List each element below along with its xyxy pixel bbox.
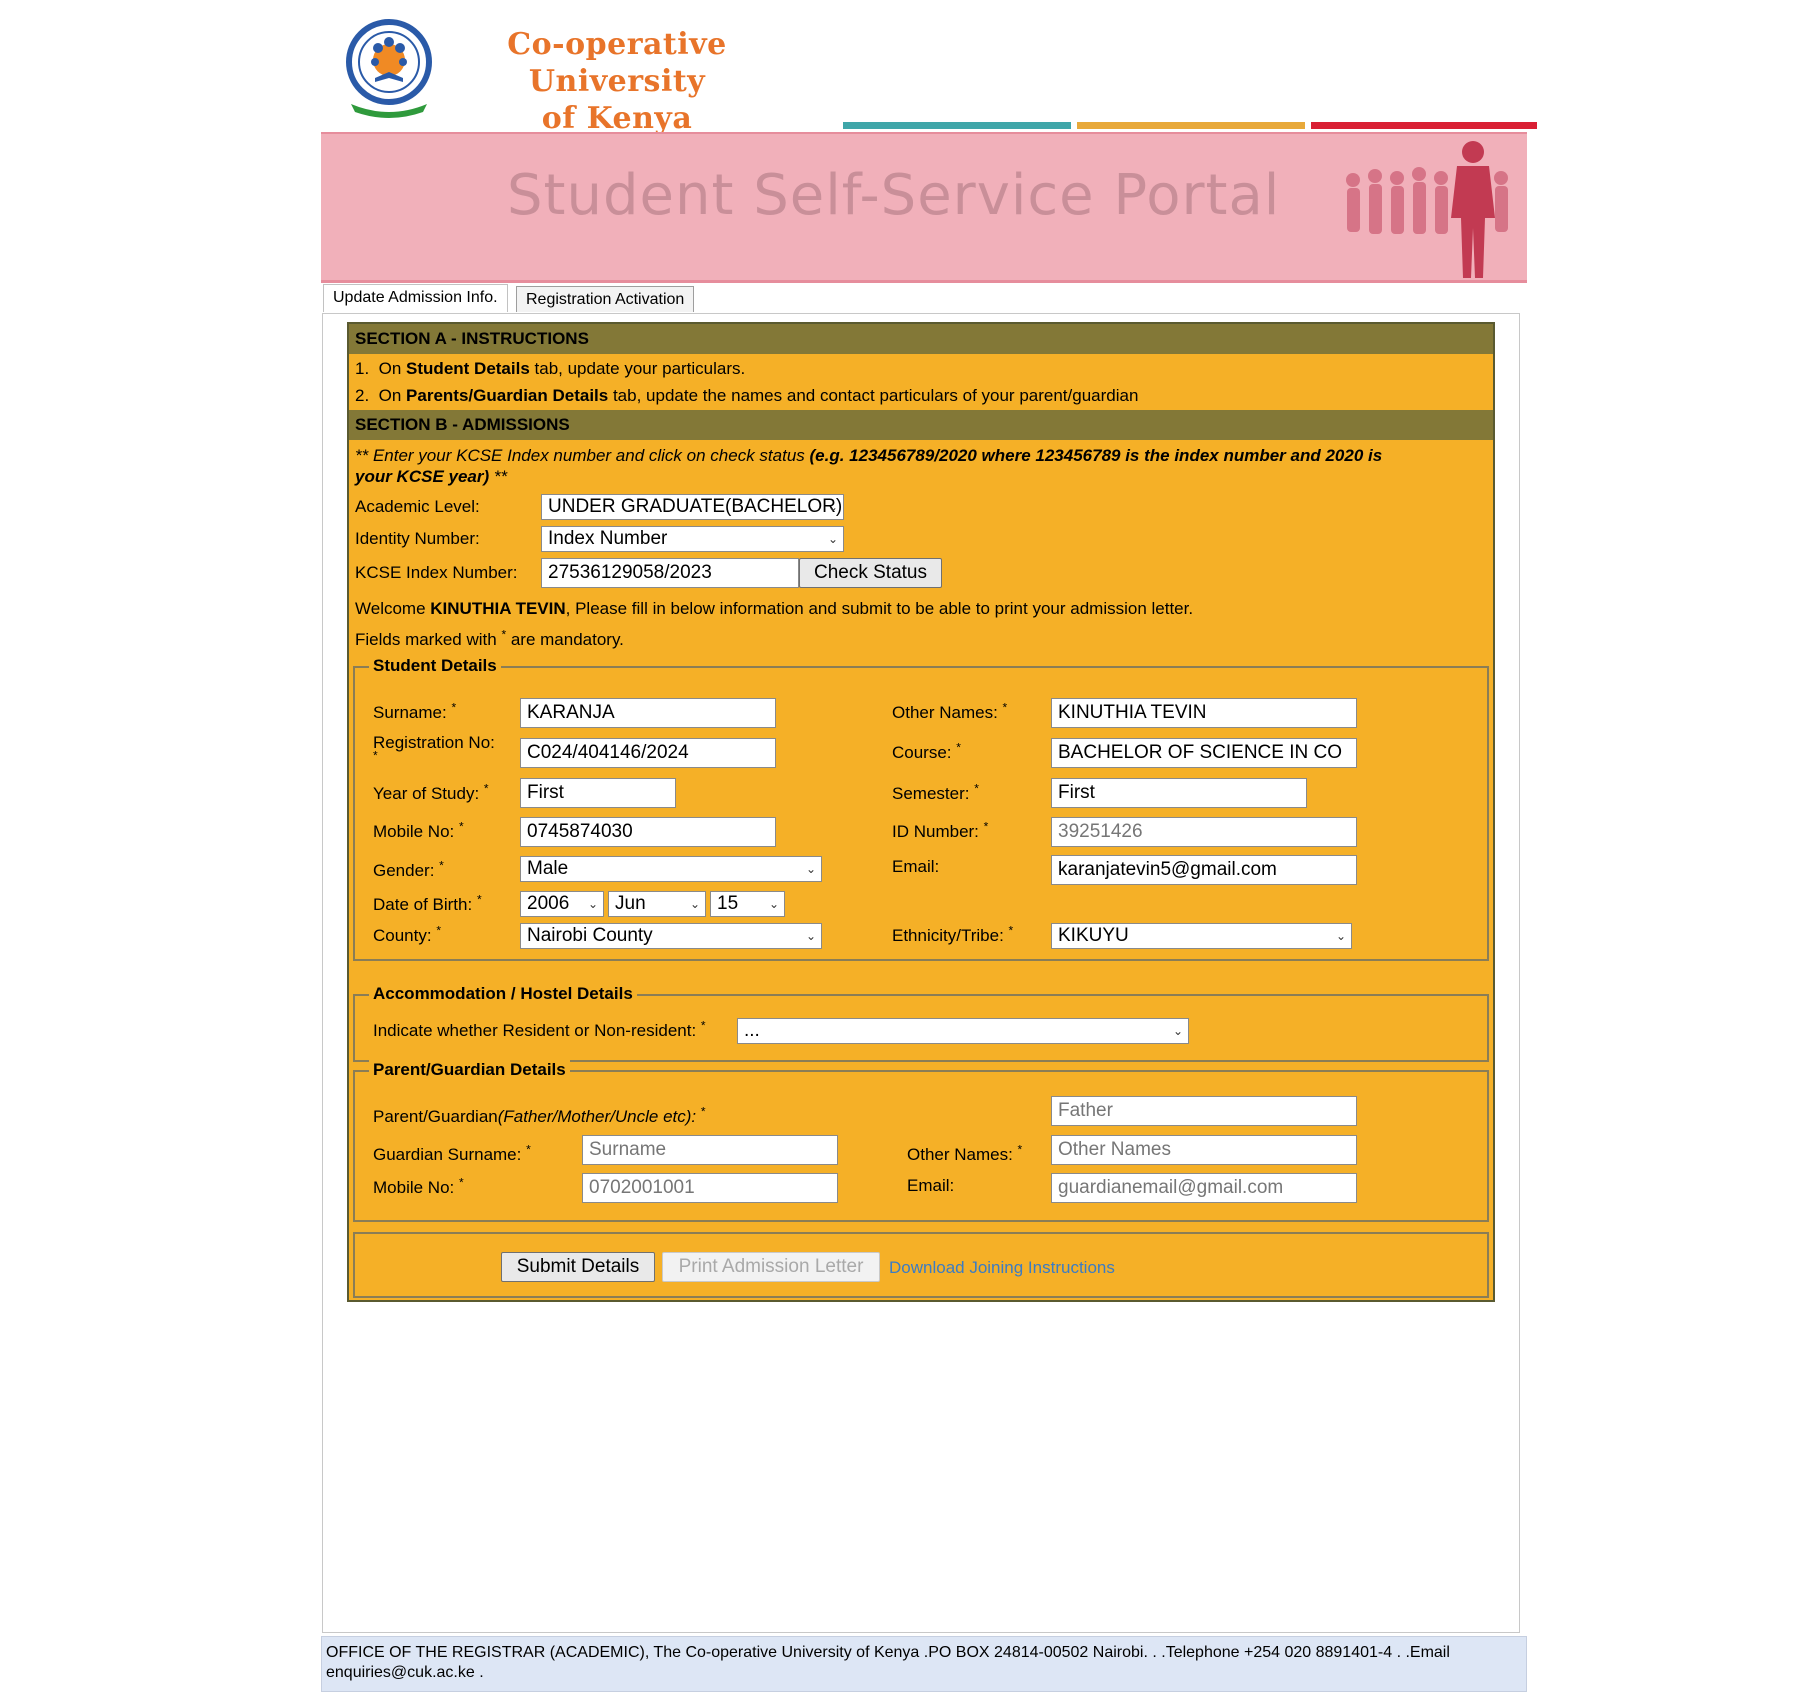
dob-month-select[interactable]: Jun ⌄ [608,891,706,917]
ethnicity-select[interactable]: KIKUYU ⌄ [1051,923,1352,949]
mobile-no-input[interactable]: 0745874030 [520,817,776,847]
guardian-mobile-label: Mobile No: * [373,1175,464,1197]
tab-registration-activation[interactable]: Registration Activation [516,286,695,312]
guardian-details-fieldset: Parent/Guardian Details Parent/Guardian(… [353,1060,1489,1222]
check-status-button[interactable]: Check Status [799,558,942,588]
section-a-header: SECTION A - INSTRUCTIONS [349,324,1493,354]
portal-banner: Student Self-Service Portal [321,132,1527,283]
chevron-down-icon: ⌄ [768,897,779,911]
chevron-down-icon: ⌄ [689,897,700,911]
course-label: Course: * [892,740,961,762]
chevron-down-icon: ⌄ [827,500,838,514]
gender-select[interactable]: Male ⌄ [520,856,822,882]
date-of-birth-label: Date of Birth: * [373,892,482,914]
guardian-other-names-label: Other Names: * [907,1142,1023,1164]
kcse-note-2: your KCSE year) ** [355,467,508,486]
banner-title: Student Self-Service Portal [507,163,1281,228]
university-logo: Co-operative University of Kenya [345,8,795,136]
instruction-1: 1. On Student Details tab, update your p… [355,359,746,378]
email-input[interactable]: karanjatevin5@gmail.com [1051,855,1357,885]
submit-details-button[interactable]: Submit Details [501,1252,655,1282]
id-number-input[interactable]: 39251426 [1051,817,1357,847]
registration-no-input[interactable]: C024/404146/2024 [520,738,776,768]
kcse-index-input[interactable]: 27536129058/2023 [541,558,799,588]
chevron-down-icon: ⌄ [827,532,838,546]
logo-line-1: Co-operative University [507,27,727,99]
registration-no-label: Registration No: [373,733,495,752]
gender-label: Gender: * [373,858,444,880]
other-names-label: Other Names: * [892,700,1008,722]
chevron-down-icon: ⌄ [805,929,816,943]
people-silhouette-icon [1346,141,1508,278]
section-b-header: SECTION B - ADMISSIONS [349,410,1493,440]
academic-level-label: Academic Level: [355,497,480,516]
guardian-mobile-input[interactable]: 0702001001 [582,1173,838,1203]
identity-type-select[interactable]: Index Number ⌄ [541,526,844,552]
dob-year-select[interactable]: 2006 ⌄ [520,891,604,917]
residency-label: Indicate whether Resident or Non-residen… [373,1018,706,1040]
university-seal-icon [346,19,432,118]
surname-label: Surname: * [373,700,457,722]
header-stripe-red [1311,122,1537,129]
academic-level-select[interactable]: UNDER GRADUATE(BACHELOR) ⌄ [541,494,844,520]
print-admission-letter-button[interactable]: Print Admission Letter [662,1252,880,1282]
chevron-down-icon: ⌄ [587,897,598,911]
county-label: County: * [373,923,441,945]
mobile-no-label: Mobile No: * [373,819,464,841]
county-select[interactable]: Nairobi County ⌄ [520,923,822,949]
identity-number-label: Identity Number: [355,529,480,548]
guardian-surname-label: Guardian Surname: * [373,1142,531,1164]
surname-input[interactable]: KARANJA [520,698,776,728]
instruction-2: 2. On Parents/Guardian Details tab, upda… [355,386,1139,405]
guardian-surname-input[interactable]: Surname [582,1135,838,1165]
semester-input[interactable]: First [1051,778,1307,808]
student-details-legend: Student Details [369,656,501,676]
download-joining-instructions-link[interactable]: Download Joining Instructions [889,1258,1115,1278]
welcome-message: Welcome KINUTHIA TEVIN, Please fill in b… [355,599,1194,618]
course-input[interactable]: BACHELOR OF SCIENCE IN CO [1051,738,1357,768]
guardian-relation-label: Parent/Guardian(Father/Mother/Uncle etc)… [373,1104,706,1126]
mandatory-note: Fields marked with * are mandatory. [355,627,624,649]
kcse-index-label: KCSE Index Number: [355,563,518,582]
student-details-fieldset: Student Details Surname: * KARANJA Other… [353,656,1489,961]
chevron-down-icon: ⌄ [805,862,816,876]
semester-label: Semester: * [892,781,979,803]
university-name: Co-operative University of Kenya [437,26,797,137]
accommodation-legend: Accommodation / Hostel Details [369,984,637,1004]
residency-select[interactable]: ... ⌄ [737,1018,1189,1044]
guardian-email-input[interactable]: guardianemail@gmail.com [1051,1173,1357,1203]
guardian-email-label: Email: [907,1176,955,1195]
accommodation-fieldset: Accommodation / Hostel Details Indicate … [353,984,1489,1062]
kcse-note: ** Enter your KCSE Index number and clic… [355,446,1383,465]
actions-fieldset: Submit Details Print Admission Letter Do… [353,1224,1489,1298]
other-names-input[interactable]: KINUTHIA TEVIN [1051,698,1357,728]
footer: OFFICE OF THE REGISTRAR (ACADEMIC), The … [321,1636,1527,1692]
guardian-other-names-input[interactable]: Other Names [1051,1135,1357,1165]
chevron-down-icon: ⌄ [1172,1024,1183,1038]
header-stripe-yellow [1077,122,1305,129]
dob-day-select[interactable]: 15 ⌄ [710,891,785,917]
guardian-details-legend: Parent/Guardian Details [369,1060,570,1080]
tab-update-admission-info[interactable]: Update Admission Info. [323,284,508,312]
admission-panel: SECTION A - INSTRUCTIONS 1. On Student D… [347,322,1495,1302]
year-of-study-input[interactable]: First [520,778,676,808]
chevron-down-icon: ⌄ [1335,929,1346,943]
id-number-label: ID Number: * [892,819,989,841]
year-of-study-label: Year of Study: * [373,781,489,803]
header-stripe-teal [843,122,1071,129]
guardian-relation-input[interactable]: Father [1051,1096,1357,1126]
ethnicity-label: Ethnicity/Tribe: * [892,923,1014,945]
email-label: Email: [892,857,940,876]
